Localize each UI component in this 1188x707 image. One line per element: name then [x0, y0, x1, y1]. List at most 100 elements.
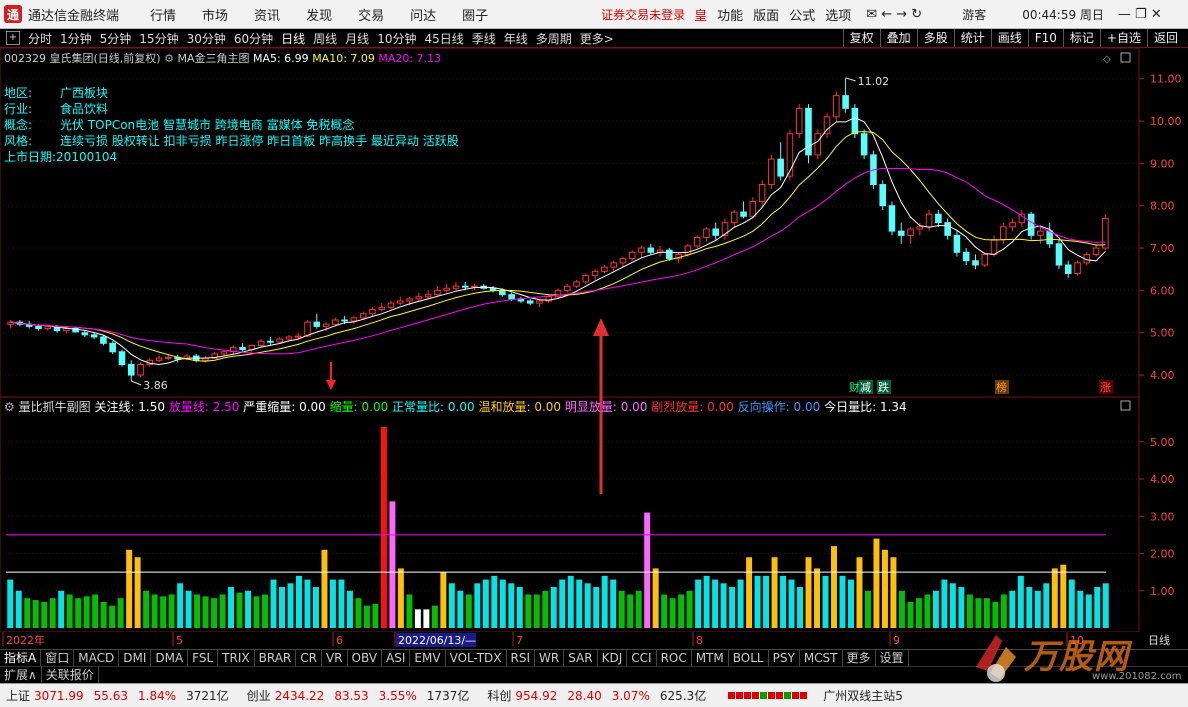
- add-favorite-button[interactable]: +自选: [1099, 29, 1147, 47]
- overlay-button[interactable]: 叠加: [879, 29, 917, 47]
- menu-discover[interactable]: 发现: [306, 5, 332, 24]
- maximize-subpanel-icon[interactable]: [1120, 400, 1131, 411]
- period-15min[interactable]: 15分钟: [139, 30, 178, 47]
- period-multi[interactable]: 多周期: [536, 30, 572, 47]
- ratio-bar: [720, 583, 727, 628]
- stock-title[interactable]: 002329 皇氏集团(日线,前复权): [4, 52, 161, 65]
- menu-market[interactable]: 市场: [202, 5, 228, 24]
- ratio-bar: [75, 598, 82, 628]
- maximize-panel-icon[interactable]: [1120, 52, 1131, 63]
- index-chinext[interactable]: 创业 2434.22 83.53 3.55% 1737亿: [247, 687, 482, 704]
- indicator-tab-指标a[interactable]: 指标A: [0, 650, 42, 666]
- indicator-tab-更多[interactable]: 更多: [843, 650, 876, 666]
- emperor-badge[interactable]: 皇: [694, 5, 707, 24]
- indicator-tab-boll[interactable]: BOLL: [729, 650, 769, 666]
- event-badge[interactable]: 减: [860, 381, 871, 394]
- guest-user[interactable]: 游客: [962, 6, 986, 23]
- candle-body: [897, 230, 905, 236]
- gear-icon[interactable]: ⚙: [164, 52, 174, 65]
- menu-news[interactable]: 资讯: [254, 5, 280, 24]
- period-daily[interactable]: 日线: [281, 30, 305, 47]
- indicator-tab-brar[interactable]: BRAR: [255, 650, 297, 666]
- indicator-tab-mcst[interactable]: MCST: [800, 650, 843, 666]
- ratio-tick-label: 2.00: [1150, 548, 1175, 561]
- indicator-tab-wr[interactable]: WR: [535, 650, 565, 666]
- period-year[interactable]: 年线: [504, 30, 528, 47]
- info-value[interactable]: 食品饮料: [60, 101, 108, 117]
- indicator-tab-mtm[interactable]: MTM: [692, 650, 729, 666]
- back-button[interactable]: 返回: [1146, 29, 1184, 47]
- indicator-tab-emv[interactable]: EMV: [410, 650, 446, 666]
- expand-icon[interactable]: +: [6, 31, 20, 45]
- ratio-bar: [584, 583, 591, 628]
- period-quarter[interactable]: 季线: [472, 30, 496, 47]
- draw-line-button[interactable]: 画线: [990, 29, 1028, 47]
- index-star[interactable]: 科创 954.92 28.40 3.07% 625.3亿: [487, 687, 718, 704]
- mark-button[interactable]: 标记: [1062, 29, 1100, 47]
- indicator-tab-设置[interactable]: 设置: [876, 650, 909, 666]
- window-buttons[interactable]: — ❐ ✕: [1118, 7, 1162, 22]
- period-10min[interactable]: 10分钟: [377, 30, 416, 47]
- indicator-tab-vol-tdx[interactable]: VOL-TDX: [446, 650, 507, 666]
- indicator-name[interactable]: MA金三角主图: [177, 52, 249, 65]
- indicator-tab-fsl[interactable]: FSL: [188, 650, 219, 666]
- menu-options[interactable]: 选项: [825, 5, 851, 24]
- indicator-tab-roc[interactable]: ROC: [657, 650, 692, 666]
- period-5min[interactable]: 5分钟: [100, 30, 132, 47]
- menu-functions[interactable]: 功能: [717, 5, 743, 24]
- period-1min[interactable]: 1分钟: [60, 30, 92, 47]
- period-60min[interactable]: 60分钟: [234, 30, 273, 47]
- period-monthly[interactable]: 月线: [345, 30, 369, 47]
- indicator-tab-asi[interactable]: ASI: [382, 650, 411, 666]
- indicator-tab-dma[interactable]: DMA: [151, 650, 189, 666]
- event-badge[interactable]: 跌: [878, 380, 889, 394]
- period-weekly[interactable]: 周线: [313, 30, 337, 47]
- menu-formula[interactable]: 公式: [789, 5, 815, 24]
- candle-body: [415, 296, 423, 300]
- index-shanghai[interactable]: 上证 3071.99 55.63 1.84% 3721亿: [6, 687, 241, 704]
- login-warning[interactable]: 证券交易未登录: [601, 6, 685, 23]
- related-quotes-tab[interactable]: 关联报价: [42, 666, 99, 683]
- indicator-tab-rsi[interactable]: RSI: [507, 650, 536, 666]
- indicator-tab-cr[interactable]: CR: [296, 650, 322, 666]
- restore-rights-button[interactable]: 复权: [842, 29, 880, 47]
- indicator-tab-cci[interactable]: CCI: [627, 650, 657, 666]
- info-value[interactable]: 光伏 TOPCon电池 智慧城市 跨境电商 富媒体 免税概念: [60, 117, 354, 133]
- indicator-tab-vr[interactable]: VR: [322, 650, 348, 666]
- period-more[interactable]: 更多>: [580, 30, 614, 47]
- indicator-tab-窗口[interactable]: 窗口: [41, 650, 75, 666]
- candle-body: [953, 234, 961, 253]
- menu-quotes[interactable]: 行情: [150, 5, 176, 24]
- multi-stock-button[interactable]: 多股: [916, 29, 954, 47]
- event-badge[interactable]: 涨: [1100, 381, 1111, 394]
- info-value[interactable]: 连续亏损 股权转让 扣非亏损 昨日涨停 昨日首板 昨高换手 最近异动 活跃股: [60, 133, 459, 149]
- info-value[interactable]: 广西板块: [60, 85, 108, 101]
- period-intraday[interactable]: 分时: [28, 30, 52, 47]
- info-value: 20100104: [56, 150, 118, 164]
- sub-indicator-name[interactable]: 量比抓牛副图: [19, 400, 91, 414]
- statistics-button[interactable]: 统计: [953, 29, 991, 47]
- ratio-bar: [780, 575, 787, 628]
- period-45day[interactable]: 45日线: [424, 30, 463, 47]
- indicator-tab-macd[interactable]: MACD: [74, 650, 120, 666]
- menu-layout[interactable]: 版面: [753, 5, 779, 24]
- indicator-tab-trix[interactable]: TRIX: [218, 650, 255, 666]
- event-badge[interactable]: 榜: [996, 380, 1007, 394]
- menu-ask[interactable]: 问达: [410, 5, 436, 24]
- indicator-tab-sar[interactable]: SAR: [564, 650, 598, 666]
- menu-trade[interactable]: 交易: [358, 5, 384, 24]
- expand-tab[interactable]: 扩展∧: [0, 666, 42, 683]
- indicator-tab-dmi[interactable]: DMI: [119, 650, 152, 666]
- server-name[interactable]: 广州双线主站5: [823, 687, 903, 704]
- diamond-icon[interactable]: ◇: [1103, 54, 1111, 65]
- gear-icon[interactable]: ⚙: [4, 400, 15, 414]
- indicator-tab-kdj[interactable]: KDJ: [598, 650, 628, 666]
- candle-body: [795, 107, 803, 135]
- index-name: 上证: [6, 689, 31, 703]
- menu-circle[interactable]: 圈子: [462, 5, 488, 24]
- indicator-tab-obv[interactable]: OBV: [348, 650, 383, 666]
- period-30min[interactable]: 30分钟: [187, 30, 226, 47]
- indicator-tab-psy[interactable]: PSY: [769, 650, 800, 666]
- toolbar-icons[interactable]: ✉ ← → ↻: [866, 7, 922, 22]
- f10-button[interactable]: F10: [1027, 29, 1063, 47]
